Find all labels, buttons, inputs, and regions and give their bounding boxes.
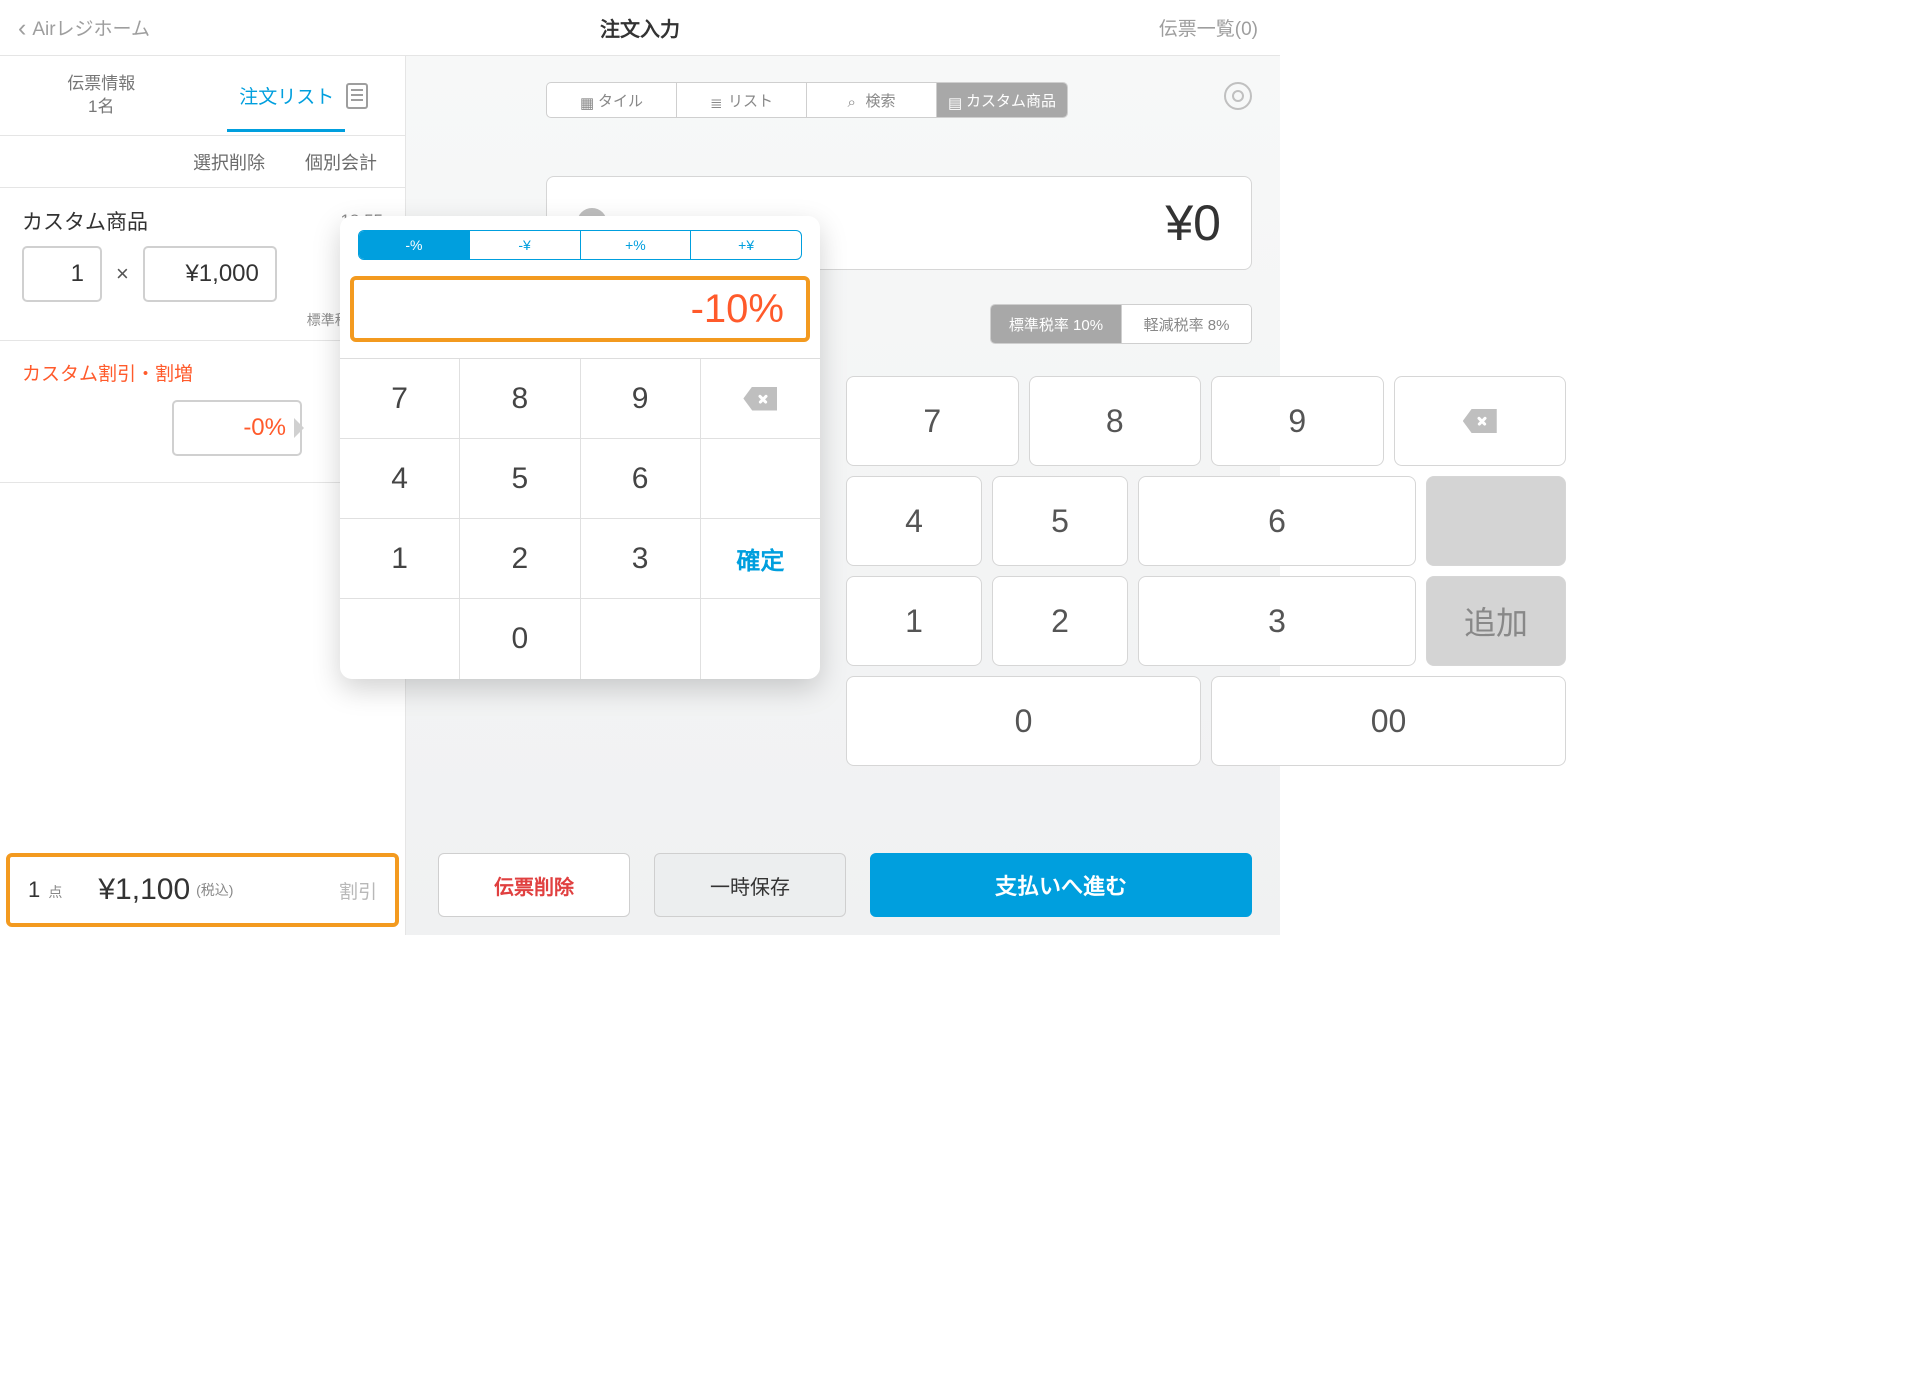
page-title: 注文入力: [600, 13, 680, 42]
bg-key-9[interactable]: 9: [1211, 376, 1384, 466]
tab-plus-yen[interactable]: +¥: [691, 231, 801, 259]
key-3[interactable]: 3: [581, 519, 701, 599]
back-button[interactable]: ‹ Airレジホーム: [18, 14, 150, 41]
background-keypad: 7 8 9 4 5 6 1 2 3 追加 0 00: [846, 376, 1566, 766]
bg-key-5[interactable]: 5: [992, 476, 1128, 566]
view-mode-segmented: ▦タイル ≣リスト ⌕検索 ▤カスタム商品: [546, 82, 1068, 118]
item-name: カスタム商品: [22, 206, 148, 236]
total-count: 1 点: [28, 877, 62, 903]
bg-key-add[interactable]: [1426, 476, 1566, 566]
bg-key-3[interactable]: 3: [1138, 576, 1416, 666]
bg-key-7[interactable]: 7: [846, 376, 1019, 466]
key-0[interactable]: 0: [460, 599, 580, 679]
discount-type-segmented: -% -¥ +% +¥: [358, 230, 802, 260]
backspace-icon: [1463, 409, 1497, 433]
slip-list-button[interactable]: 伝票一覧(0): [1159, 14, 1258, 41]
tab-order-list[interactable]: 注文リスト: [203, 82, 406, 109]
discount-label: カスタム割引・割増: [22, 359, 383, 386]
tab-plus-percent[interactable]: +%: [581, 231, 692, 259]
proceed-payment-button[interactable]: 支払いへ進む: [870, 853, 1252, 917]
discount-button[interactable]: 割引: [339, 877, 377, 904]
tax-reduced[interactable]: 軽減税率 8%: [1121, 305, 1251, 343]
footer-actions: 伝票削除 一時保存 支払いへ進む: [438, 853, 1252, 917]
key-2[interactable]: 2: [460, 519, 580, 599]
bg-key-8[interactable]: 8: [1029, 376, 1202, 466]
order-total-bar: 1 点 ¥1,100 (税込) 割引: [6, 853, 399, 927]
mode-list[interactable]: ≣リスト: [677, 83, 807, 117]
back-label: Airレジホーム: [32, 14, 150, 41]
key-6[interactable]: 6: [581, 439, 701, 519]
mode-search[interactable]: ⌕検索: [807, 83, 937, 117]
bg-key-6[interactable]: 6: [1138, 476, 1416, 566]
list-icon: ≣: [710, 94, 722, 106]
grid-icon: ▦: [580, 94, 592, 106]
key-blank-3: [581, 599, 701, 679]
delete-slip-button[interactable]: 伝票削除: [438, 853, 630, 917]
top-bar: ‹ Airレジホーム 注文入力 伝票一覧(0): [0, 0, 1280, 56]
split-payment-button[interactable]: 個別会計: [305, 149, 377, 175]
discount-display: -10%: [350, 276, 810, 342]
multiply-icon: ×: [116, 261, 129, 287]
search-icon: ⌕: [847, 94, 859, 106]
bg-key-2[interactable]: 2: [992, 576, 1128, 666]
backspace-icon: [743, 387, 777, 411]
qty-input[interactable]: 1: [22, 246, 102, 302]
bg-key-0[interactable]: 0: [846, 676, 1201, 766]
bg-key-add-label[interactable]: 追加: [1426, 576, 1566, 666]
key-backspace[interactable]: [701, 359, 820, 439]
discount-value-box[interactable]: -0%: [172, 400, 302, 456]
calculator-icon: ▤: [948, 94, 960, 106]
hold-button[interactable]: 一時保存: [654, 853, 846, 917]
key-9[interactable]: 9: [581, 359, 701, 439]
total-amount: ¥1,100: [98, 873, 190, 907]
key-4[interactable]: 4: [340, 439, 460, 519]
bg-key-1[interactable]: 1: [846, 576, 982, 666]
tab-minus-percent[interactable]: -%: [359, 231, 470, 259]
key-blank-1: [701, 439, 820, 519]
key-blank-2: [340, 599, 460, 679]
tab-minus-yen[interactable]: -¥: [470, 231, 581, 259]
discount-popup: -% -¥ +% +¥ -10% 7 8 9 4 5 6 1 2 3 確定 0: [340, 216, 820, 679]
tax-standard[interactable]: 標準税率 10%: [991, 305, 1121, 343]
tax-note: 標準税率(10: [22, 310, 383, 330]
key-1[interactable]: 1: [340, 519, 460, 599]
price-input[interactable]: ¥1,000: [143, 246, 277, 302]
key-8[interactable]: 8: [460, 359, 580, 439]
key-confirm[interactable]: 確定: [701, 519, 820, 599]
mode-custom[interactable]: ▤カスタム商品: [937, 83, 1067, 117]
mode-tile[interactable]: ▦タイル: [547, 83, 677, 117]
discount-keypad: 7 8 9 4 5 6 1 2 3 確定 0: [340, 358, 820, 679]
bg-key-4[interactable]: 4: [846, 476, 982, 566]
key-blank-4: [701, 599, 820, 679]
amount-value: ¥0: [1165, 194, 1221, 252]
key-5[interactable]: 5: [460, 439, 580, 519]
settings-button[interactable]: [1224, 82, 1252, 110]
tax-rate-segmented: 標準税率 10% 軽減税率 8%: [990, 304, 1252, 344]
tax-inc-label: (税込): [196, 880, 233, 900]
document-icon: [346, 83, 368, 109]
select-delete-button[interactable]: 選択削除: [193, 149, 265, 175]
bg-key-00[interactable]: 00: [1211, 676, 1566, 766]
key-7[interactable]: 7: [340, 359, 460, 439]
bg-key-backspace[interactable]: [1394, 376, 1567, 466]
tab-slip-info[interactable]: 伝票情報 1名: [0, 73, 203, 119]
